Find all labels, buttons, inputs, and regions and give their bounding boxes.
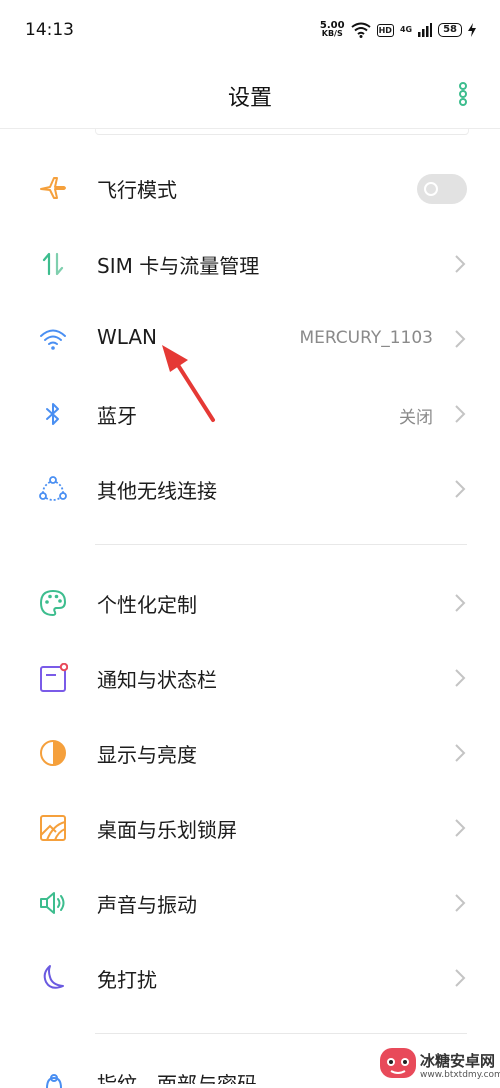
settings-item-label: 个性化定制 <box>97 593 197 617</box>
settings-item-label-partial[interactable]: 指纹、面部与密码 <box>97 1073 257 1084</box>
chevron-right-icon <box>455 894 466 912</box>
chevron-right-icon <box>455 330 466 348</box>
settings-item-bluetooth[interactable]: 蓝牙 关闭 <box>0 377 500 451</box>
section-divider <box>95 544 467 545</box>
fingerprint-icon <box>46 1074 62 1088</box>
settings-item-label: SIM 卡与流量管理 <box>97 254 260 278</box>
settings-item-other-wireless[interactable]: 其他无线连接 <box>0 452 500 526</box>
settings-item-do-not-disturb[interactable]: 免打扰 <box>0 941 500 1015</box>
settings-item-label: 显示与亮度 <box>97 743 197 767</box>
settings-item-display[interactable]: 显示与亮度 <box>0 716 500 790</box>
settings-item-label: 免打扰 <box>97 968 157 992</box>
settings-item-label: 通知与状态栏 <box>97 668 217 692</box>
airplane-mode-toggle[interactable] <box>417 174 467 204</box>
settings-item-label: 其他无线连接 <box>97 479 217 503</box>
status-bar: 14:13 5.00 KB/S HD 4G 58 <box>0 0 500 60</box>
settings-item-notifications[interactable]: 通知与状态栏 <box>0 641 500 715</box>
chevron-right-icon <box>455 669 466 687</box>
chevron-right-icon <box>455 594 466 612</box>
settings-item-sound[interactable]: 声音与振动 <box>0 866 500 940</box>
settings-item-personalize[interactable]: 个性化定制 <box>0 566 500 640</box>
watermark-name: 冰糖安卓网 <box>420 1052 496 1070</box>
header: 设置 <box>0 60 500 130</box>
signal-icon <box>418 23 433 37</box>
settings-item-wlan[interactable]: WLAN MERCURY_1103 <box>0 302 500 376</box>
more-options-icon[interactable] <box>452 80 474 108</box>
bluetooth-icon <box>46 403 59 425</box>
chevron-right-icon <box>455 255 466 273</box>
chevron-right-icon <box>455 744 466 762</box>
chevron-right-icon <box>455 969 466 987</box>
settings-item-label: 蓝牙 <box>97 404 137 428</box>
settings-item-label: 声音与振动 <box>97 893 197 917</box>
wireless-connections-icon <box>39 476 67 501</box>
network-type: 4G <box>399 25 413 34</box>
chevron-right-icon <box>455 480 466 498</box>
speaker-icon <box>40 892 65 914</box>
wifi-icon <box>40 329 66 350</box>
chevron-right-icon <box>455 405 466 423</box>
wallpaper-icon <box>40 815 66 841</box>
moon-icon <box>43 965 64 989</box>
settings-item-airplane-mode[interactable]: 飞行模式 <box>0 151 500 225</box>
page-title: 设置 <box>227 86 272 111</box>
settings-item-label: WLAN <box>97 325 158 349</box>
battery-icon: 58 <box>438 23 462 37</box>
wlan-network-name: MERCURY_1103 <box>299 328 433 348</box>
status-icons: 5.00 KB/S HD 4G 58 <box>320 18 476 42</box>
palette-icon <box>39 589 67 617</box>
section-divider <box>95 1033 467 1034</box>
sim-data-icon <box>42 252 64 276</box>
scroll-edge <box>95 129 469 135</box>
wifi-status-icon <box>350 22 371 38</box>
airplane-icon <box>40 177 66 199</box>
notification-icon <box>40 663 68 692</box>
charging-icon <box>468 23 476 37</box>
brightness-icon <box>40 740 66 766</box>
settings-item-label: 桌面与乐划锁屏 <box>97 818 237 842</box>
watermark-url: www.btxtdmy.com <box>420 1070 500 1080</box>
status-time: 14:13 <box>25 20 74 40</box>
hd-icon: HD <box>376 23 394 37</box>
chevron-right-icon <box>455 819 466 837</box>
net-speed: 5.00 KB/S <box>319 20 345 38</box>
settings-item-desktop-lockscreen[interactable]: 桌面与乐划锁屏 <box>0 791 500 865</box>
settings-item-label: 飞行模式 <box>97 178 177 202</box>
settings-item-sim[interactable]: SIM 卡与流量管理 <box>0 227 500 301</box>
bluetooth-status: 关闭 <box>399 408 433 428</box>
